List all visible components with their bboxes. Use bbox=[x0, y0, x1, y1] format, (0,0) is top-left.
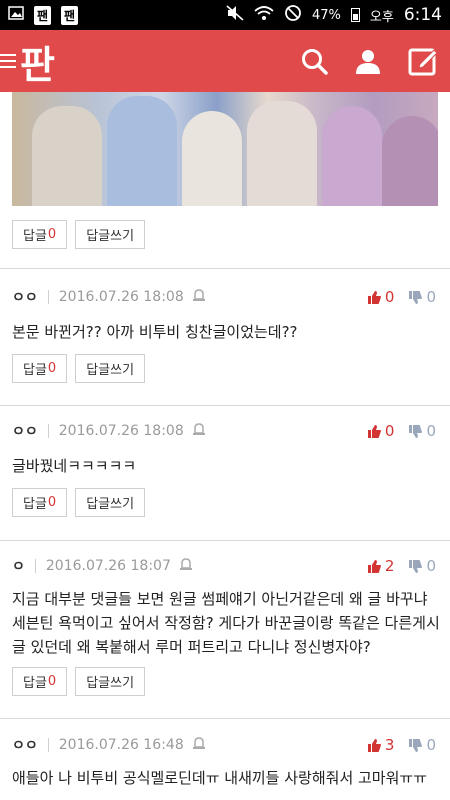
comment-text: 글바꿨네ㅋㅋㅋㅋㅋ bbox=[12, 457, 137, 475]
divider bbox=[0, 540, 450, 541]
comment-votes: 0 0 bbox=[367, 284, 436, 310]
meta-divider bbox=[34, 559, 36, 573]
comment-text: 애들아 나 비투비 공식멜로딘데ㅠ 내새끼들 사랑해줘서 고마워ㅠㅠ bbox=[12, 769, 428, 787]
status-bar: 팬 팬 47% 오후 6:14 bbox=[0, 0, 450, 30]
reply-button[interactable]: 답글 0 bbox=[12, 354, 68, 383]
thumbs-up-icon bbox=[367, 738, 381, 752]
reply-count: 0 bbox=[47, 495, 57, 510]
divider bbox=[0, 405, 450, 406]
write-reply-button[interactable]: 답글쓰기 bbox=[75, 354, 146, 383]
write-reply-button[interactable]: 답글쓰기 bbox=[75, 220, 146, 249]
comment-item: ㅇㅇ 2016.07.26 16:48 3 0 애들아 나 비투비 공식멜로딘데… bbox=[0, 732, 450, 800]
thumbs-down-icon bbox=[409, 290, 423, 304]
comment-date: 2016.07.26 18:07 bbox=[45, 558, 171, 574]
downvote-button[interactable]: 0 bbox=[408, 557, 436, 575]
upvote-button[interactable]: 0 bbox=[367, 422, 395, 440]
status-ampm: 오후 bbox=[369, 9, 394, 25]
report-icon[interactable] bbox=[179, 557, 193, 575]
upvote-count: 0 bbox=[384, 288, 395, 306]
report-icon[interactable] bbox=[192, 736, 206, 754]
comment-reply-row: 답글 0 답글쓰기 bbox=[12, 488, 146, 517]
comment-votes: 2 0 bbox=[367, 553, 436, 579]
status-time: 6:14 bbox=[403, 5, 442, 25]
comment-meta: ㅇㅇ 2016.07.26 16:48 bbox=[12, 732, 206, 758]
comment-list[interactable]: 답글 0 답글쓰기 ㅇㅇ 2016.07.26 18:08 0 0 본문 바뀐거?… bbox=[0, 92, 450, 800]
thumbs-up-icon bbox=[367, 559, 381, 573]
gallery-icon bbox=[8, 6, 24, 24]
wifi-icon bbox=[254, 5, 274, 25]
meta-divider bbox=[47, 424, 49, 438]
comment-date: 2016.07.26 18:08 bbox=[58, 423, 184, 439]
reply-label: 답글 bbox=[23, 676, 47, 691]
menu-icon[interactable] bbox=[0, 54, 16, 68]
comment-votes: 0 0 bbox=[367, 418, 436, 444]
comment-meta: ㅇㅇ 2016.07.26 18:08 bbox=[12, 418, 206, 444]
comment-date: 2016.07.26 16:48 bbox=[58, 737, 184, 753]
downvote-button[interactable]: 0 bbox=[408, 736, 436, 754]
thumbs-up-icon bbox=[367, 424, 381, 438]
divider bbox=[0, 268, 450, 269]
comment-item: ㅇㅇ 2016.07.26 18:08 0 0 본문 바뀐거?? 아까 비투비 … bbox=[0, 284, 450, 394]
app-header: 판 bbox=[0, 30, 450, 92]
comment-text: 지금 대부분 댓글들 보면 원글 썸페얘기 아닌거같은데 왜 글 바꾸냐 세븐틴… bbox=[12, 590, 440, 656]
search-icon[interactable] bbox=[300, 47, 328, 75]
report-icon[interactable] bbox=[192, 422, 206, 440]
upvote-button[interactable]: 0 bbox=[367, 288, 395, 306]
thumbs-down-icon bbox=[409, 424, 423, 438]
app-notification-badge: 팬 bbox=[34, 5, 52, 25]
reply-label: 답글 bbox=[23, 229, 47, 244]
comment-author[interactable]: ㅇ bbox=[12, 556, 25, 576]
post-image bbox=[12, 92, 438, 206]
downvote-count: 0 bbox=[426, 736, 436, 754]
reply-count: 0 bbox=[47, 674, 57, 689]
comment-item: ㅇㅇ 2016.07.26 18:08 0 0 글바꿨네ㅋㅋㅋㅋㅋ 답글 0 답글… bbox=[0, 418, 450, 528]
comment-meta: ㅇㅇ 2016.07.26 18:08 bbox=[12, 284, 206, 310]
comment-meta: ㅇ 2016.07.26 18:07 bbox=[12, 553, 193, 579]
write-reply-button[interactable]: 답글쓰기 bbox=[75, 488, 146, 517]
comment-author[interactable]: ㅇㅇ bbox=[12, 735, 38, 755]
upvote-button[interactable]: 3 bbox=[367, 736, 395, 754]
app-logo[interactable]: 판 bbox=[20, 34, 55, 89]
mute-icon bbox=[226, 5, 244, 25]
upvote-button[interactable]: 2 bbox=[367, 557, 395, 575]
comment-author[interactable]: ㅇㅇ bbox=[12, 421, 38, 441]
comment-reply-row: 답글 0 답글쓰기 bbox=[12, 667, 146, 696]
comment-date: 2016.07.26 18:08 bbox=[58, 289, 184, 305]
post-reply-row: 답글 0 답글쓰기 bbox=[12, 220, 146, 249]
reply-count: 0 bbox=[47, 361, 57, 376]
downvote-button[interactable]: 0 bbox=[408, 288, 436, 306]
reply-button[interactable]: 답글 0 bbox=[12, 488, 68, 517]
upvote-count: 2 bbox=[384, 557, 395, 575]
reply-button[interactable]: 답글 0 bbox=[12, 667, 68, 696]
comment-author[interactable]: ㅇㅇ bbox=[12, 287, 38, 307]
downvote-count: 0 bbox=[426, 288, 436, 306]
thumbs-down-icon bbox=[409, 559, 423, 573]
reply-label: 답글 bbox=[23, 497, 47, 512]
meta-divider bbox=[47, 738, 49, 752]
battery-icon bbox=[350, 8, 360, 22]
downvote-count: 0 bbox=[426, 557, 436, 575]
write-reply-button[interactable]: 답글쓰기 bbox=[75, 667, 146, 696]
battery-percent: 47% bbox=[311, 7, 341, 23]
downvote-count: 0 bbox=[426, 422, 436, 440]
divider bbox=[0, 718, 450, 719]
upvote-count: 0 bbox=[384, 422, 395, 440]
upvote-count: 3 bbox=[384, 736, 395, 754]
reply-button[interactable]: 답글 0 bbox=[12, 220, 68, 249]
block-icon bbox=[284, 4, 302, 26]
report-icon[interactable] bbox=[192, 288, 206, 306]
comment-item: ㅇ 2016.07.26 18:07 2 0 지금 대부분 댓글들 보면 원글 … bbox=[0, 553, 450, 713]
profile-icon[interactable] bbox=[354, 47, 382, 75]
reply-label: 답글 bbox=[23, 363, 47, 378]
comment-votes: 3 0 bbox=[367, 732, 436, 758]
thumbs-up-icon bbox=[367, 290, 381, 304]
meta-divider bbox=[47, 290, 49, 304]
thumbs-down-icon bbox=[409, 738, 423, 752]
comment-text: 본문 바뀐거?? 아까 비투비 칭찬글이었는데?? bbox=[12, 323, 298, 341]
reply-count: 0 bbox=[47, 227, 57, 242]
comment-reply-row: 답글 0 답글쓰기 bbox=[12, 354, 146, 383]
app-notification-badge: 팬 bbox=[61, 5, 79, 25]
downvote-button[interactable]: 0 bbox=[408, 422, 436, 440]
write-icon[interactable] bbox=[408, 46, 438, 76]
